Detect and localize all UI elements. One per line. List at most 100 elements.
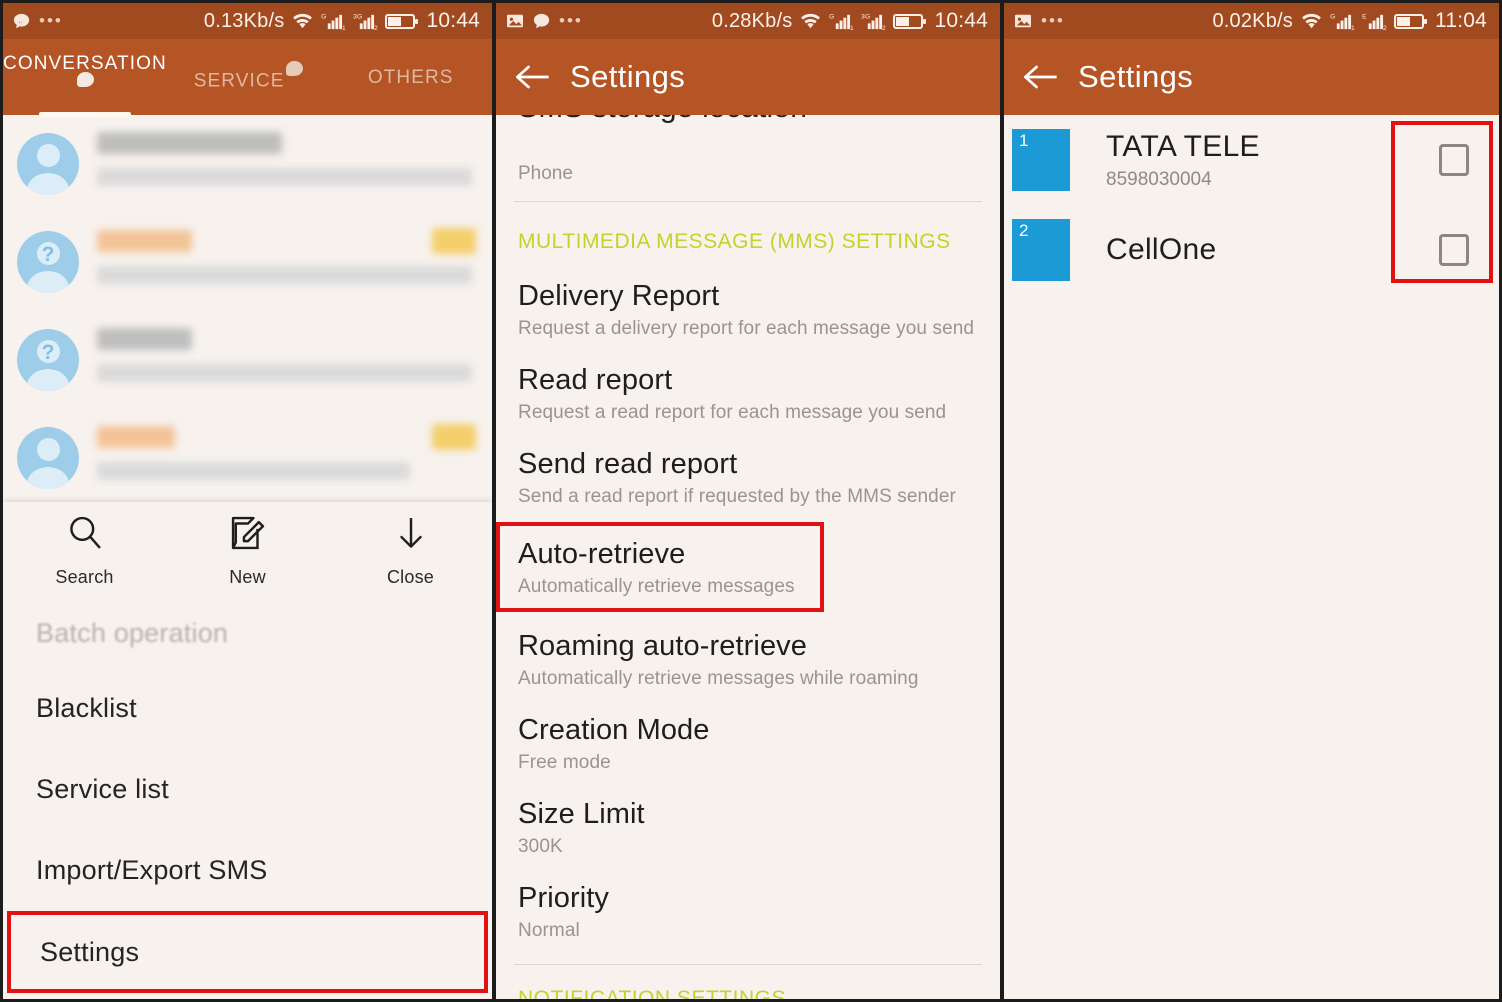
setting-title: Priority	[518, 882, 610, 914]
menu-item-blacklist[interactable]: Blacklist	[3, 668, 492, 749]
svg-text:2: 2	[882, 25, 886, 31]
tab-service[interactable]: SERVICE	[167, 48, 330, 106]
question-mark-icon: ?	[41, 243, 55, 266]
clock: 10:44	[426, 9, 480, 32]
setting-item-send-read-report[interactable]: Send read report Send a read report if r…	[496, 434, 1000, 518]
sheet-action-row: Search New Close	[3, 502, 492, 598]
avatar	[17, 427, 79, 489]
sim-card-icon: 2	[1012, 219, 1070, 281]
svg-text:E: E	[1362, 13, 1367, 20]
setting-item-sms-storage-location[interactable]: SMS storage location	[496, 115, 1000, 161]
back-arrow-icon[interactable]	[1004, 63, 1078, 91]
section-header-mms: MULTIMEDIA MESSAGE (MMS) SETTINGS	[518, 230, 951, 253]
sim-checkbox[interactable]	[1439, 144, 1469, 176]
svg-text:2: 2	[1383, 25, 1387, 31]
signal-g-icon: G1	[321, 12, 347, 30]
conversation-row[interactable]	[3, 409, 492, 507]
tab-service-label: SERVICE	[193, 70, 285, 92]
signal-g-icon: G1	[1330, 12, 1355, 31]
signal-g-icon: G1	[829, 12, 855, 30]
wifi-icon	[799, 12, 822, 30]
more-dots-icon: •••	[1041, 11, 1065, 30]
setting-subtitle: Free mode	[518, 752, 611, 773]
tab-others[interactable]: OTHERS	[329, 51, 492, 103]
sim-name-label: TATA TELE	[1106, 129, 1260, 163]
conversation-row[interactable]: ?	[3, 213, 492, 311]
setting-title: Send read report	[518, 448, 738, 480]
section-header-notification: NOTIFICATION SETTINGS	[518, 987, 786, 1002]
status-bar-middle: ••• 0.28Kb/s G1 3G 2 10:44	[496, 3, 1000, 39]
avatar: ?	[17, 329, 79, 391]
sim-text: TATA TELE 8598030004	[1106, 130, 1260, 191]
conversation-row[interactable]: ?	[3, 311, 492, 409]
sim-row-cellone[interactable]: 2 CellOne	[1004, 205, 1499, 295]
svg-text:2: 2	[374, 25, 378, 31]
app-bar-right: Settings	[1004, 39, 1499, 115]
setting-title: Size Limit	[518, 798, 645, 830]
menu-item-settings[interactable]: Settings	[7, 911, 488, 993]
conversation-preview	[97, 226, 478, 298]
setting-item-priority[interactable]: Priority Normal	[496, 868, 1000, 952]
menu-item-batch-operation[interactable]: Batch operation	[3, 598, 492, 668]
setting-title: Delivery Report	[518, 280, 720, 312]
sim-checkbox[interactable]	[1439, 234, 1469, 266]
tab-conversation[interactable]: CONVERSATION	[3, 37, 167, 118]
compose-icon	[229, 514, 267, 557]
menu-item-label: Batch operation	[36, 617, 229, 648]
timestamp-redacted	[432, 228, 476, 254]
setting-item-delivery-report[interactable]: Delivery Report Request a delivery repor…	[496, 266, 1000, 350]
search-icon	[66, 514, 104, 557]
menu-item-label: Settings	[40, 936, 140, 967]
new-action-label: New	[229, 567, 266, 587]
clock: 10:44	[934, 9, 988, 32]
new-action[interactable]: New	[166, 514, 329, 588]
setting-title: Read report	[518, 364, 673, 396]
more-dots-icon: •••	[39, 11, 63, 30]
conversation-list: ? ?	[3, 115, 492, 568]
setting-subtitle: Request a read report for each message y…	[518, 402, 947, 423]
back-arrow-icon[interactable]	[496, 63, 570, 91]
setting-item-size-limit[interactable]: Size Limit 300K	[496, 784, 1000, 868]
conversation-row[interactable]	[3, 115, 492, 213]
svg-text:3G: 3G	[862, 13, 871, 20]
sim-card-icon: 1	[1012, 129, 1070, 191]
sim-index-label: 2	[1019, 221, 1029, 240]
sim-row-tata-tele[interactable]: 1 TATA TELE 8598030004	[1004, 115, 1499, 205]
status-bar-left-icons: ,, •••	[13, 11, 63, 30]
menu-item-label: Service list	[36, 774, 169, 804]
avatar	[17, 133, 79, 195]
setting-title: Creation Mode	[518, 714, 710, 746]
menu-item-import-export-sms[interactable]: Import/Export SMS	[3, 830, 492, 911]
network-rate: 0.02Kb/s	[1212, 9, 1293, 32]
menu-item-service-list[interactable]: Service list	[3, 749, 492, 830]
sim-text: CellOne	[1106, 233, 1216, 267]
search-action[interactable]: Search	[3, 514, 166, 588]
tab-others-label: OTHERS	[367, 67, 454, 88]
status-bar-left: ,, ••• 0.13Kb/s G1 3G 2 10:44	[3, 3, 492, 39]
panel-conversation-list: ,, ••• 0.13Kb/s G1 3G 2 10:44 CONVERSATI…	[0, 0, 494, 1002]
page-title: Settings	[570, 59, 686, 94]
svg-text:1: 1	[1351, 25, 1355, 31]
setting-item-creation-mode[interactable]: Creation Mode Free mode	[496, 700, 1000, 784]
app-bar-middle: Settings	[496, 39, 1000, 115]
status-bar-left-icons: •••	[1014, 11, 1065, 30]
avatar: ?	[17, 231, 79, 293]
setting-item-auto-retrieve[interactable]: Auto-retrieve Automatically retrieve mes…	[496, 522, 824, 612]
message-bubble-icon	[533, 13, 550, 30]
conversation-preview	[97, 422, 478, 494]
setting-subtitle: Normal	[518, 920, 580, 941]
image-icon	[506, 13, 524, 29]
contact-name-redacted	[97, 230, 192, 252]
wifi-icon	[291, 12, 314, 30]
tab-conversation-badge-icon	[76, 65, 94, 87]
close-action[interactable]: Close	[329, 514, 492, 588]
status-bar-right-left: 0.13Kb/s G1 3G 2 10:44	[204, 9, 480, 33]
wifi-icon	[1300, 12, 1323, 30]
svg-text:3G: 3G	[354, 13, 363, 20]
setting-item-roaming-auto-retrieve[interactable]: Roaming auto-retrieve Automatically retr…	[496, 616, 1000, 700]
network-rate: 0.28Kb/s	[711, 9, 793, 32]
setting-item-read-report[interactable]: Read report Request a read report for ea…	[496, 350, 1000, 434]
battery-icon	[893, 13, 927, 30]
question-mark-icon: ?	[41, 341, 55, 364]
panel-sim-selection: ••• 0.02Kb/s G1 E2 11:04 Settings 1 TATA…	[1002, 0, 1502, 1002]
